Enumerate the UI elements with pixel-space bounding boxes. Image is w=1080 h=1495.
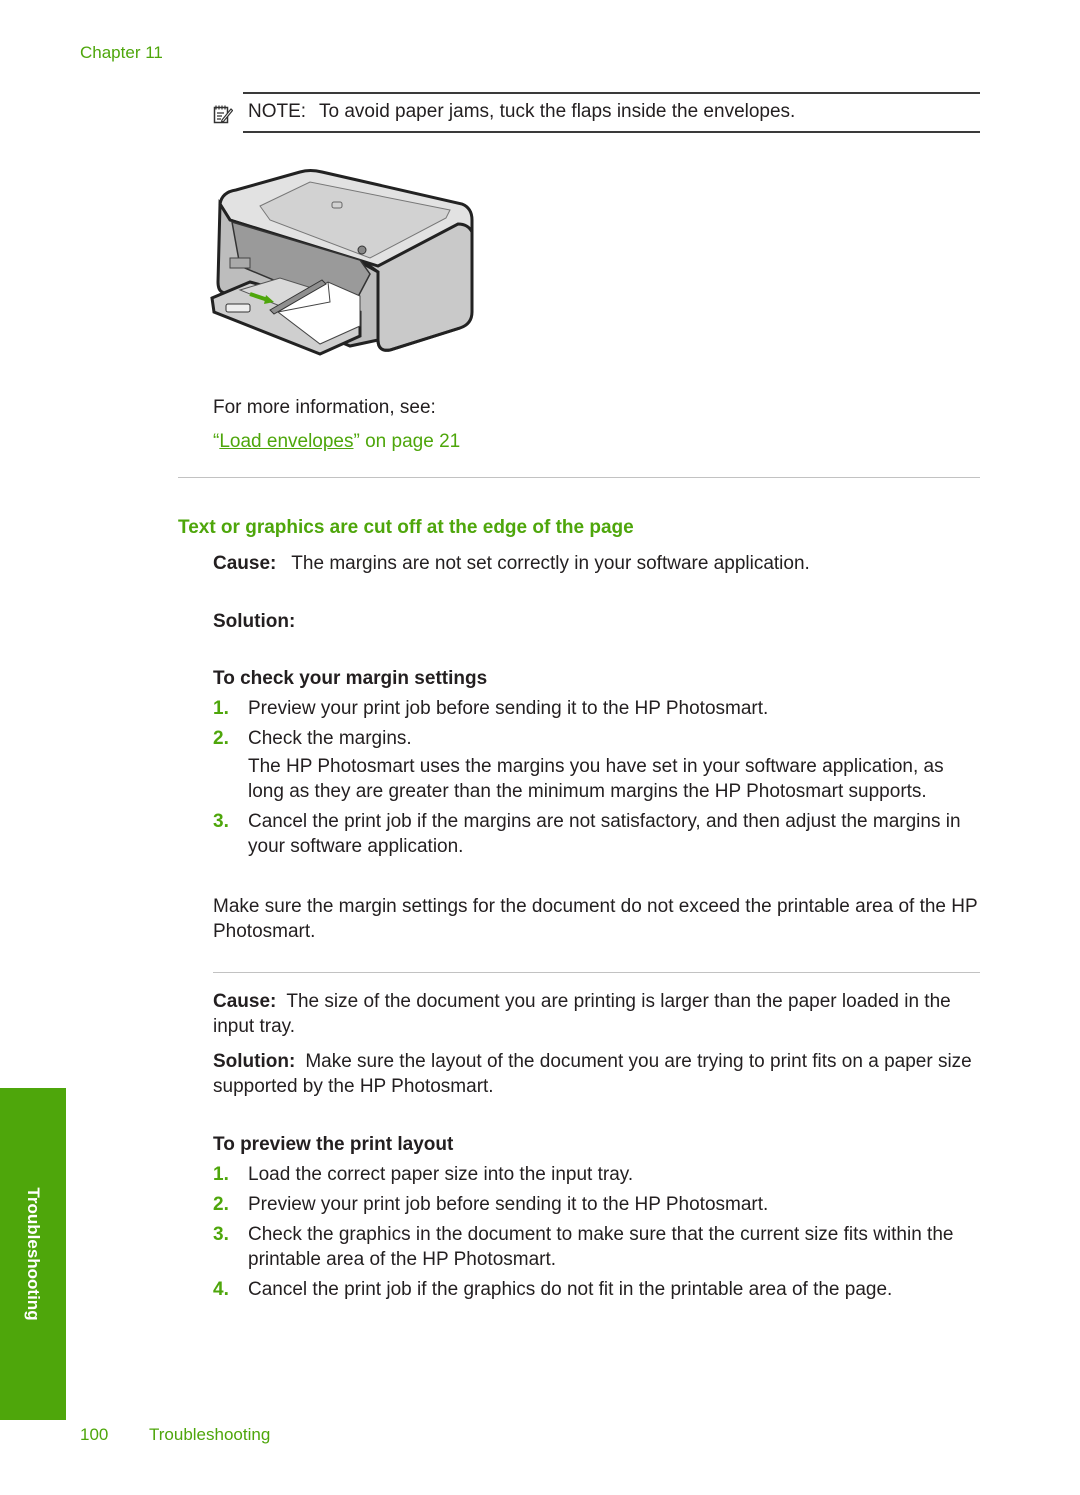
- step-number: 1.: [213, 1164, 229, 1185]
- step-text: Preview your print job before sending it…: [248, 1194, 769, 1215]
- list-item: 4. Cancel the print job if the graphics …: [213, 1277, 983, 1302]
- note-bottom-rule: [243, 131, 980, 133]
- printer-figure: [210, 162, 482, 358]
- procedure-1-steps: 1. Preview your print job before sending…: [213, 696, 983, 864]
- procedure-1-title: To check your margin settings: [213, 668, 488, 689]
- step-number: 4.: [213, 1279, 229, 1300]
- cause-1: Cause: The margins are not set correctly…: [213, 551, 810, 576]
- step-text: Preview your print job before sending it…: [248, 698, 769, 719]
- note-top-rule: [243, 92, 980, 94]
- step-detail: The HP Photosmart uses the margins you h…: [248, 756, 944, 802]
- list-item: 3. Check the graphics in the document to…: [213, 1222, 983, 1272]
- chapter-side-tab: Troubleshooting: [0, 1088, 66, 1420]
- cause-2: Cause: The size of the document you are p…: [213, 989, 983, 1039]
- list-item: 2. Preview your print job before sending…: [213, 1192, 983, 1217]
- cross-reference: “Load envelopes” on page 21: [213, 429, 460, 454]
- list-item: 1. Preview your print job before sending…: [213, 696, 983, 721]
- section-divider: [178, 477, 980, 478]
- cause-label: Cause:: [213, 991, 277, 1012]
- solution-1-label: Solution:: [213, 611, 296, 632]
- cause-text: The margins are not set correctly in you…: [291, 553, 810, 574]
- link-page-ref: ” on page 21: [353, 431, 461, 452]
- note-pencil-icon: [213, 104, 234, 124]
- step-text: Cancel the print job if the graphics do …: [248, 1279, 893, 1300]
- cause-text: The size of the document you are printin…: [213, 991, 951, 1037]
- margin-note-paragraph: Make sure the margin settings for the do…: [213, 896, 978, 942]
- step-text: Cancel the print job if the margins are …: [248, 811, 961, 857]
- side-tab-label: Troubleshooting: [24, 1187, 43, 1321]
- step-number: 3.: [213, 811, 229, 832]
- solution-label: Solution:: [213, 1051, 296, 1072]
- note: NOTE: To avoid paper jams, tuck the flap…: [248, 101, 795, 123]
- note-label: NOTE:: [248, 101, 307, 122]
- chapter-label: Chapter 11: [80, 43, 163, 62]
- cause-divider: [213, 972, 980, 973]
- note-text: To avoid paper jams, tuck the flaps insi…: [319, 101, 796, 122]
- step-text: Load the correct paper size into the inp…: [248, 1164, 634, 1185]
- list-item: 3. Cancel the print job if the margins a…: [213, 809, 983, 859]
- step-number: 3.: [213, 1224, 229, 1245]
- solution-text: Make sure the layout of the document you…: [213, 1051, 972, 1097]
- step-number: 2.: [213, 1194, 229, 1215]
- step-text: Check the margins.: [248, 728, 412, 749]
- list-item: 1. Load the correct paper size into the …: [213, 1162, 983, 1187]
- solution-2: Solution: Make sure the layout of the doc…: [213, 1049, 983, 1099]
- step-number: 1.: [213, 698, 229, 719]
- step-number: 2.: [213, 728, 229, 749]
- more-info-text: For more information, see:: [213, 397, 436, 418]
- cause-label: Cause:: [213, 553, 277, 574]
- load-envelopes-link[interactable]: Load envelopes: [219, 431, 353, 452]
- step-text: Check the graphics in the document to ma…: [248, 1224, 954, 1270]
- footer-chapter-title: Troubleshooting: [149, 1425, 271, 1444]
- procedure-2-steps: 1. Load the correct paper size into the …: [213, 1162, 983, 1307]
- section-heading: Text or graphics are cut off at the edge…: [178, 517, 634, 538]
- list-item: 2. Check the margins. The HP Photosmart …: [213, 726, 983, 804]
- page-number: 100: [80, 1425, 109, 1444]
- procedure-2-title: To preview the print layout: [213, 1134, 454, 1155]
